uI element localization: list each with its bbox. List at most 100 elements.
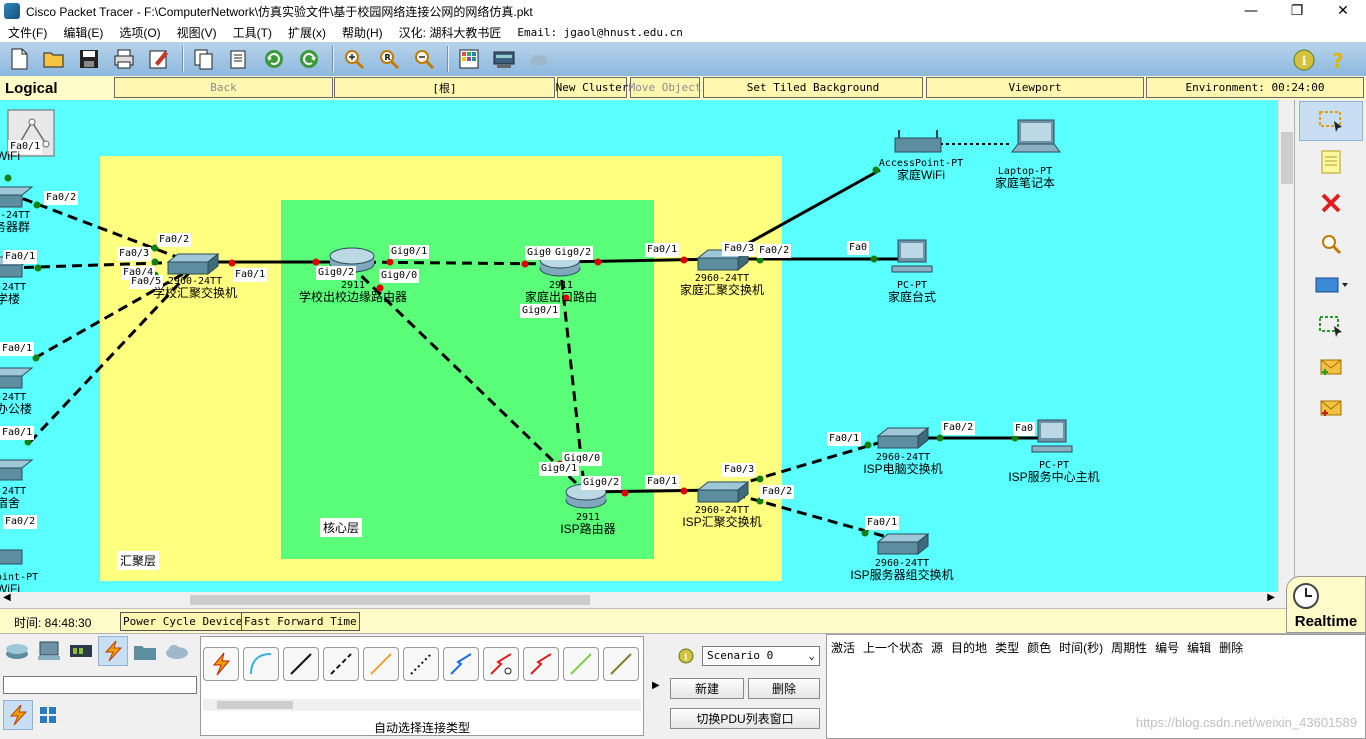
copper-straight-through-icon[interactable] <box>283 647 319 681</box>
pdu-column-header[interactable]: 编辑 <box>1187 639 1211 656</box>
select-tool-icon[interactable] <box>1299 101 1363 141</box>
school-edge-router[interactable]: 2911 学校出校边缘路由器 <box>290 280 416 304</box>
console-cable-icon[interactable] <box>243 647 279 681</box>
isp-aggregation-switch[interactable]: 2960-24TT ISP汇聚交换机 <box>676 505 768 529</box>
info-icon[interactable]: i <box>1288 45 1320 75</box>
close-button[interactable]: ✕ <box>1320 0 1366 22</box>
add-complex-pdu-icon[interactable] <box>1299 388 1363 428</box>
custom-device-icon[interactable] <box>488 44 520 74</box>
scenario-info-icon[interactable]: i <box>678 648 694 664</box>
logical-workspace[interactable]: 汇聚层 核心层 Fa0/2 Fa0/1 Fa0/1 Fa0/1 Fa0/2 Fa… <box>0 100 1278 592</box>
left-office-switch[interactable]: -24TT办公楼 <box>0 392 36 416</box>
resize-shape-tool-icon[interactable] <box>1299 306 1363 346</box>
pdu-column-header[interactable]: 时间(秒) <box>1059 639 1103 656</box>
paste-icon[interactable] <box>223 44 255 74</box>
pdu-column-header[interactable]: 颜色 <box>1027 639 1051 656</box>
coaxial-icon[interactable] <box>443 647 479 681</box>
zoom-in-icon[interactable] <box>338 44 370 74</box>
pdu-column-header[interactable]: 激活 <box>831 639 855 656</box>
isp-server-switch[interactable]: 2960-24TT ISP服务器组交换机 <box>846 558 958 582</box>
left-wifi-top[interactable]: WiFi <box>0 150 36 163</box>
toggle-pdu-list-button[interactable]: 切换PDU列表窗口 <box>670 708 820 729</box>
isp-service-host[interactable]: PC-PT ISP服务中心主机 <box>1002 460 1106 484</box>
connection-panel-scrollbar[interactable] <box>203 699 641 711</box>
pdu-column-header[interactable]: 上一个状态 <box>863 639 923 656</box>
scrollbar-thumb[interactable] <box>217 701 293 709</box>
home-aggregation-switch[interactable]: 2960-24TT 家庭汇聚交换机 <box>674 273 770 297</box>
serial-dce-icon[interactable] <box>483 647 519 681</box>
pdu-column-header[interactable]: 源 <box>931 639 943 656</box>
serial-dte-icon[interactable] <box>523 647 559 681</box>
connections-icon[interactable] <box>98 636 128 666</box>
menu-help[interactable]: 帮助(H) <box>334 24 391 41</box>
menu-edit[interactable]: 编辑(E) <box>55 24 111 41</box>
grid-icon[interactable] <box>33 700 63 730</box>
undo-icon[interactable] <box>258 44 290 74</box>
root-cluster-button[interactable]: [根] <box>334 77 555 98</box>
octal-cable-icon[interactable] <box>563 647 599 681</box>
multiuser-connection-icon[interactable] <box>162 636 192 666</box>
miscellaneous-icon[interactable] <box>130 636 160 666</box>
left-dorm-switch[interactable]: -24TT宿舍 <box>0 486 36 510</box>
new-file-icon[interactable] <box>3 44 35 74</box>
home-wifi-access-point[interactable]: AccessPoint-PT 家庭WiFi <box>876 158 966 182</box>
home-exit-router[interactable]: 2911 家庭出口路由 <box>520 280 602 304</box>
phone-cable-icon[interactable] <box>403 647 439 681</box>
maximize-button[interactable]: ❐ <box>1274 0 1320 22</box>
save-icon[interactable] <box>73 44 105 74</box>
iot-custom-cable-icon[interactable] <box>603 647 639 681</box>
scroll-right-icon[interactable]: ▶ <box>1267 592 1275 603</box>
scrollbar-thumb[interactable] <box>190 595 590 605</box>
end-devices-icon[interactable] <box>34 636 64 666</box>
left-server-switch[interactable]: 0-24TT务器群 <box>0 210 38 234</box>
pdu-column-header[interactable]: 目的地 <box>951 639 987 656</box>
inspect-tool-icon[interactable] <box>1299 224 1363 264</box>
school-aggregation-switch[interactable]: 2960-24TT 学校汇聚交换机 <box>150 276 240 300</box>
menu-extensions[interactable]: 扩展(x) <box>280 24 334 41</box>
viewport-button[interactable]: Viewport <box>926 77 1144 98</box>
back-button[interactable]: Back <box>114 77 333 98</box>
isp-router[interactable]: 2911 ISP路由器 <box>556 512 620 536</box>
menu-file[interactable]: 文件(F) <box>0 24 55 41</box>
copy-icon[interactable] <box>188 44 220 74</box>
palette-icon[interactable] <box>453 44 485 74</box>
new-scenario-button[interactable]: 新建 <box>670 678 744 699</box>
auto-connection-icon[interactable] <box>203 647 239 681</box>
device-search-input[interactable] <box>3 676 197 694</box>
logical-tab[interactable]: Logical <box>0 76 110 100</box>
components-icon[interactable] <box>66 636 96 666</box>
delete-scenario-button[interactable]: 删除 <box>748 678 820 699</box>
environment-button[interactable]: Environment: 00:24:00 <box>1146 77 1364 98</box>
home-laptop[interactable]: Laptop-PT 家庭笔记本 <box>990 166 1060 190</box>
fast-forward-time-button[interactable]: Fast Forward Time <box>241 612 360 631</box>
redo-icon[interactable] <box>293 44 325 74</box>
pdu-column-header[interactable]: 类型 <box>995 639 1019 656</box>
help-icon[interactable]: ? <box>1323 45 1355 75</box>
note-tool-icon[interactable] <box>1299 142 1363 182</box>
fiber-icon[interactable] <box>363 647 399 681</box>
network-devices-icon[interactable] <box>2 636 32 666</box>
realtime-mode-tab[interactable]: Realtime <box>1286 576 1366 633</box>
add-simple-pdu-icon[interactable] <box>1299 347 1363 387</box>
move-object-button[interactable]: Move Object <box>629 77 701 98</box>
zoom-out-icon[interactable] <box>408 44 440 74</box>
pdu-column-header[interactable]: 编号 <box>1155 639 1179 656</box>
isp-pc-switch[interactable]: 2960-24TT ISP电脑交换机 <box>856 452 950 476</box>
menu-options[interactable]: 选项(O) <box>111 24 168 41</box>
menu-tools[interactable]: 工具(T) <box>225 24 280 41</box>
delete-tool-icon[interactable] <box>1299 183 1363 223</box>
connections-subcategory-icon[interactable] <box>3 700 33 730</box>
scroll-left-icon[interactable]: ◀ <box>3 592 11 603</box>
copper-cross-over-icon[interactable] <box>323 647 359 681</box>
set-tiled-background-button[interactable]: Set Tiled Background <box>703 77 923 98</box>
scenario-select[interactable]: Scenario 0 ⌄ <box>702 646 820 666</box>
workspace-horizontal-scrollbar[interactable]: ◀ ▶ <box>0 592 1278 608</box>
draw-shape-tool-icon[interactable] <box>1299 265 1363 305</box>
scrollbar-thumb[interactable] <box>1281 132 1293 184</box>
pdu-column-header[interactable]: 删除 <box>1219 639 1243 656</box>
new-cluster-button[interactable]: New Cluster <box>556 77 628 98</box>
power-cycle-devices-button[interactable]: Power Cycle Devices <box>120 612 252 631</box>
cloud-icon[interactable] <box>523 44 555 74</box>
print-icon[interactable] <box>108 44 140 74</box>
open-folder-icon[interactable] <box>38 44 70 74</box>
